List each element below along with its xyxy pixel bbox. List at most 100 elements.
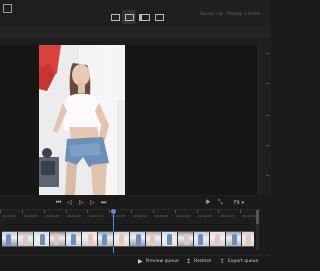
preview-queue-button[interactable]: ▶ Preview queue (138, 258, 179, 265)
thumbnail-figure (136, 234, 141, 245)
ruler-tick (218, 210, 220, 213)
preview-queue-label: Preview queue (145, 259, 179, 264)
thumbnail-figure (198, 234, 203, 245)
ruler-label: 00:00:55 (242, 214, 256, 218)
compare-view-button[interactable] (152, 10, 166, 24)
restore-button[interactable]: ↥ Restore (186, 258, 211, 265)
compare-view-icon (154, 13, 164, 21)
next-frame-button[interactable]: ▷ (90, 200, 95, 206)
thumbnail-figure (246, 234, 251, 245)
go-end-icon: ⏭ (101, 199, 107, 206)
thumbnail-figure (184, 234, 189, 245)
timeline-ruler[interactable]: 00:00:00 00:00:05 00:00:10 00:00:15 00:00:20… (0, 209, 262, 224)
ruler-label: 00:00:15 (67, 214, 81, 218)
panel-tick (266, 83, 269, 84)
panel-tick (266, 175, 269, 176)
ruler-label: 00:00:35 (154, 214, 169, 218)
clip-thumbnail (130, 232, 145, 246)
clip-track[interactable] (2, 231, 254, 247)
move-tool-button[interactable]: ✥ (205, 200, 210, 206)
panel-tick (266, 145, 269, 146)
thumbnail-figure (102, 234, 107, 245)
play-preview-icon: ▶ (138, 258, 143, 265)
ruler-label: 00:00:50 (220, 214, 234, 218)
go-start-icon: ⏮ (56, 199, 62, 206)
app-logo-icon (3, 4, 12, 13)
ruler-label: 00:00:45 (198, 214, 212, 218)
status-text: Source: clip · Playing: 1 frame (200, 11, 260, 16)
clip-thumbnail (146, 232, 161, 246)
previous-frame-icon: ◁ (67, 199, 72, 206)
ruler-tick (0, 210, 1, 213)
restore-icon: ↥ (186, 258, 192, 265)
ruler-tick (174, 210, 176, 213)
restore-label: Restore (194, 259, 212, 264)
crop-mode-button[interactable] (108, 10, 122, 24)
fit-tool-button[interactable]: ⤡ (218, 200, 223, 206)
go-start-button[interactable]: ⏮ (56, 200, 61, 206)
ruler-tick (65, 210, 67, 213)
resize-icon: ⤡ (218, 199, 223, 206)
export-queue-button[interactable]: ⇪ Export queue (220, 258, 258, 265)
clip-thumbnail (34, 232, 49, 246)
export-icon: ⇪ (220, 258, 226, 265)
thumbnail-figure (71, 234, 76, 245)
scrollbar-thumb[interactable] (256, 210, 259, 224)
go-end-button[interactable]: ⏭ (101, 200, 106, 206)
ruler-tick (109, 210, 111, 213)
clip-thumbnail (226, 232, 241, 246)
thumbnail-figure (119, 234, 124, 245)
clip-thumbnail (18, 232, 33, 246)
single-view-button[interactable] (122, 10, 136, 24)
move-icon: ✥ (205, 199, 211, 206)
ruler-tick (21, 210, 23, 213)
clip-thumbnail (114, 232, 129, 246)
thumbnail-figure (54, 234, 59, 245)
clip-thumbnail (178, 232, 193, 246)
export-queue-label: Export queue (228, 259, 259, 264)
thumbnail-figure (88, 234, 93, 245)
ruler-label: 00:00:20 (89, 214, 103, 218)
ruler-label: 00:00:40 (176, 214, 191, 218)
ruler-label: 00:00:00 (2, 214, 16, 218)
clip-thumbnail (82, 232, 97, 246)
ruler-tick (240, 210, 242, 213)
split-view-icon (138, 13, 150, 21)
thumbnail-figure (23, 234, 28, 245)
clip-thumbnail (50, 232, 65, 246)
previous-frame-button[interactable]: ◁ (67, 200, 72, 206)
play-button[interactable]: ▷ (79, 200, 84, 206)
clip-thumbnail (210, 232, 225, 246)
ruler-label: 00:00:10 (45, 214, 60, 218)
clip-thumbnail (2, 232, 17, 246)
ruler-label: 00:00:05 (23, 214, 38, 218)
video-frame-image (39, 45, 125, 195)
ruler-tick (87, 210, 89, 213)
options-strip (0, 37, 270, 45)
filter-strip (0, 26, 270, 37)
play-icon: ▷ (79, 199, 84, 206)
ruler-label: 00:00:30 (133, 214, 147, 218)
clip-thumbnail (162, 232, 177, 246)
playhead-handle[interactable] (111, 209, 116, 214)
thumbnail-figure (215, 234, 220, 245)
crop-icon (110, 13, 120, 21)
split-view-button[interactable] (137, 10, 151, 24)
thumbnail-figure (232, 234, 237, 245)
panel-tick (266, 115, 269, 116)
thumbnail-figure (167, 234, 172, 245)
clip-thumbnail (98, 232, 113, 246)
zoom-select[interactable]: Fit ▾ (234, 200, 244, 206)
thumbnail-figure (150, 234, 155, 245)
ruler-tick (196, 210, 198, 213)
ruler-tick (131, 210, 132, 213)
clip-thumbnail (66, 232, 81, 246)
clip-thumbnail (242, 232, 254, 246)
panel-tick (266, 53, 269, 54)
single-view-icon (124, 13, 134, 21)
thumbnail-figure (6, 234, 11, 245)
next-frame-icon: ▷ (90, 199, 95, 206)
clip-thumbnail (194, 232, 209, 246)
timeline-scrollbar[interactable] (256, 210, 259, 250)
thumbnail-figure (40, 234, 45, 245)
